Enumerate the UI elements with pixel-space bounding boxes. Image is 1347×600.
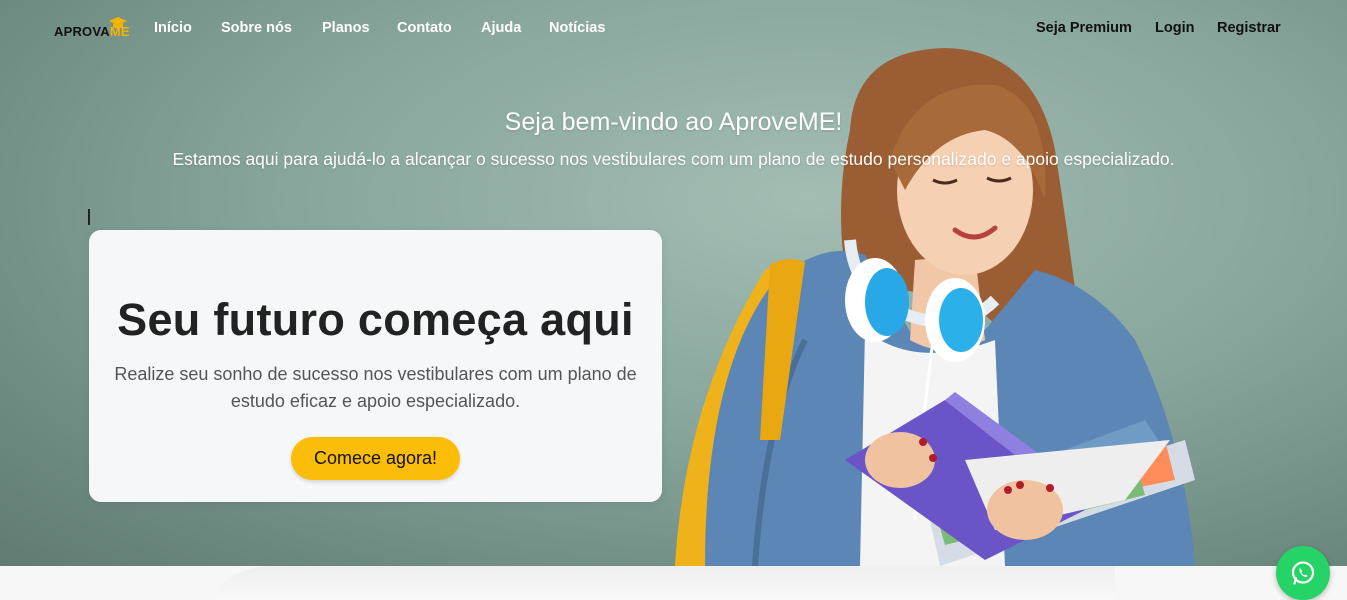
- logo[interactable]: APROVAME: [54, 17, 130, 41]
- text-cursor: [88, 209, 90, 225]
- nav-login[interactable]: Login: [1155, 20, 1194, 36]
- nav-sobre-nos[interactable]: Sobre nós: [221, 20, 292, 36]
- nav-noticias[interactable]: Notícias: [549, 20, 605, 36]
- graduation-cap-icon: [109, 17, 127, 29]
- next-section: [0, 566, 1347, 600]
- nav-registrar[interactable]: Registrar: [1217, 20, 1281, 36]
- hero-card: Seu futuro começa aqui Realize seu sonho…: [89, 230, 662, 502]
- hero-section: APROVAME Início Sobre nós Planos Contato…: [0, 0, 1347, 566]
- hero-title: Seja bem-vindo ao AproveME!: [504, 108, 843, 136]
- whatsapp-icon: [1291, 561, 1315, 585]
- nav-seja-premium[interactable]: Seja Premium: [1036, 20, 1132, 36]
- card-text: Realize seu sonho de sucesso nos vestibu…: [114, 364, 637, 411]
- start-now-button[interactable]: Comece agora!: [291, 437, 460, 480]
- logo-main: APROVA: [54, 24, 110, 39]
- whatsapp-chat-button[interactable]: [1276, 546, 1330, 600]
- section-divider: [215, 566, 1115, 600]
- hero-subtitle: Estamos aqui para ajudá-lo a alcançar o …: [172, 149, 1175, 169]
- nav-ajuda[interactable]: Ajuda: [481, 20, 521, 36]
- nav-inicio[interactable]: Início: [154, 20, 192, 36]
- nav-planos[interactable]: Planos: [322, 20, 370, 36]
- card-title: Seu futuro começa aqui: [117, 294, 634, 345]
- nav-contato[interactable]: Contato: [397, 20, 452, 36]
